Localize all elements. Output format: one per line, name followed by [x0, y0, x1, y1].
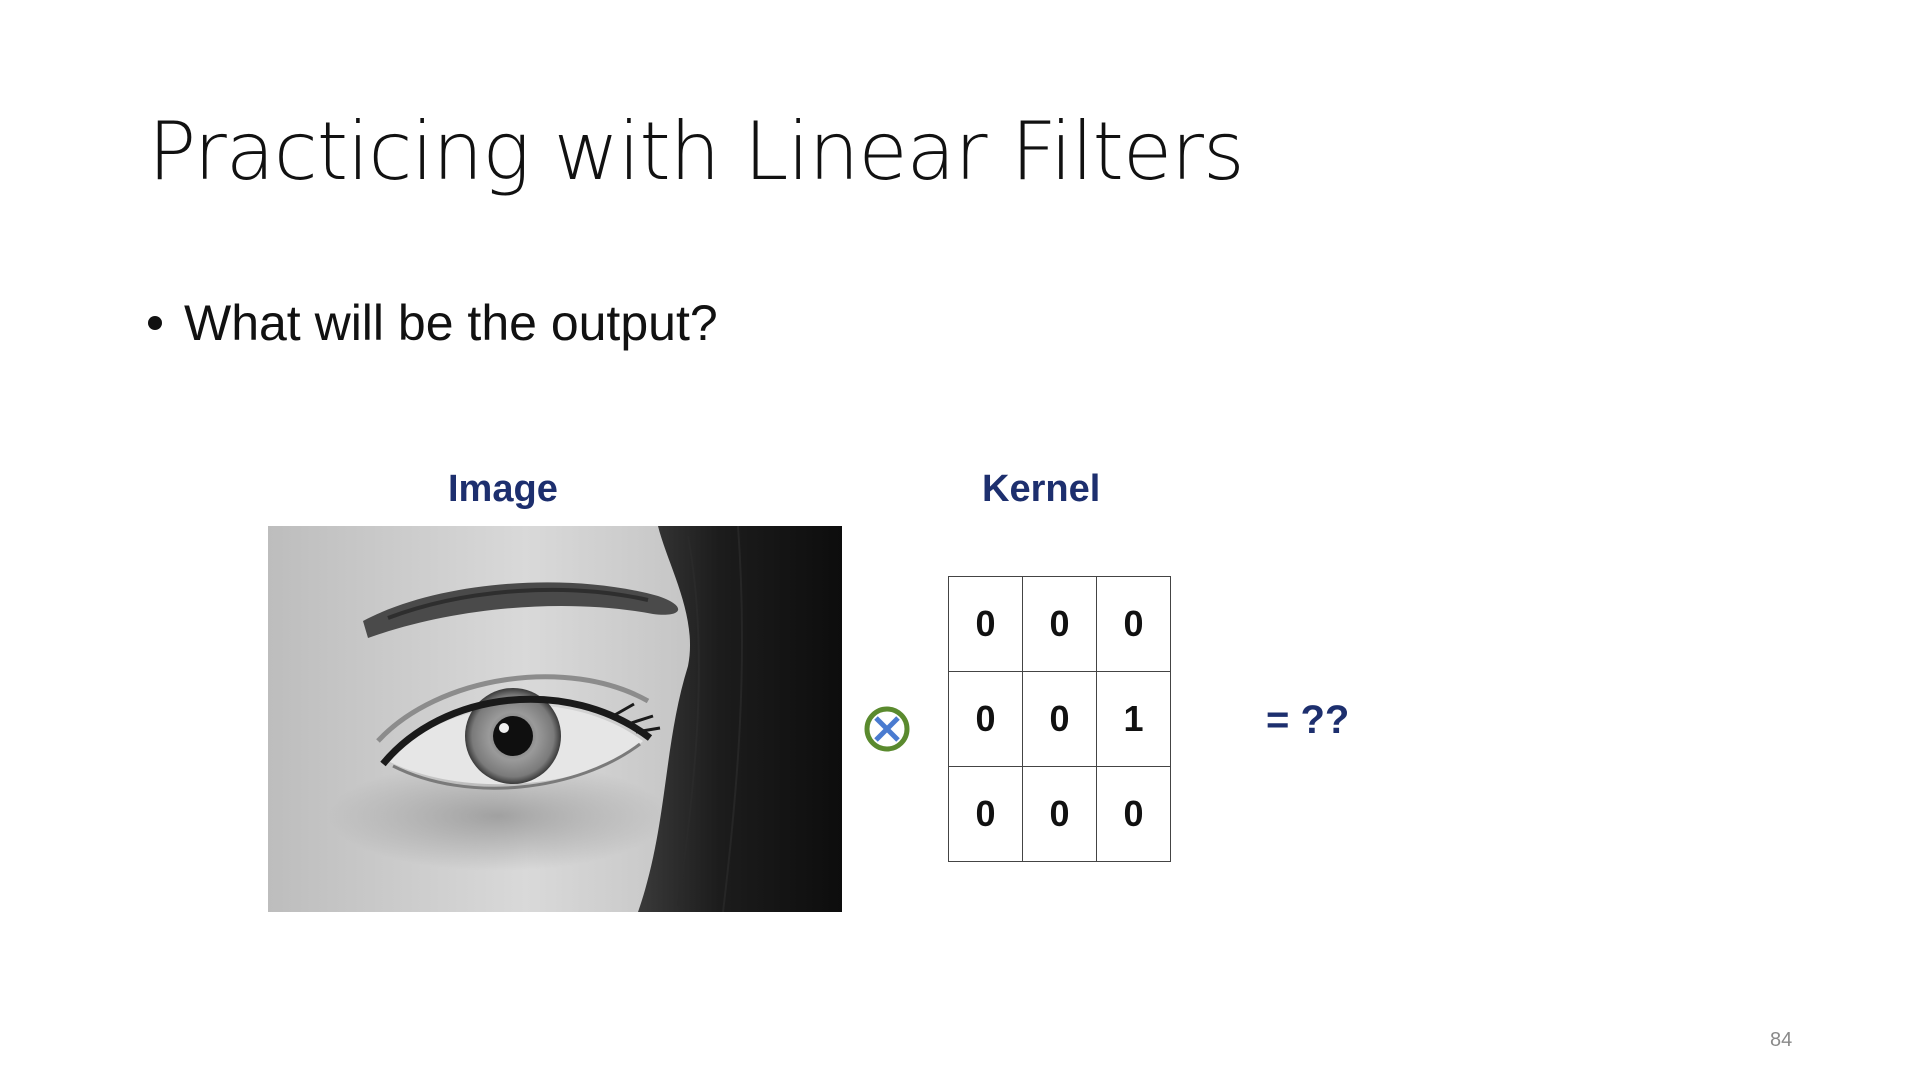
slide: Practicing with Linear Filters What will… — [0, 0, 1920, 1080]
bullet-text: What will be the output? — [184, 295, 718, 351]
kernel-row: 0 0 0 — [948, 576, 1171, 672]
page-number: 84 — [1770, 1029, 1793, 1051]
slide-title: Practicing with Linear Filters — [148, 105, 1245, 198]
bullet-item: What will be the output? — [148, 298, 718, 348]
convolution-circle-x-icon — [862, 704, 912, 754]
kernel-row: 0 0 0 — [948, 766, 1171, 862]
kernel-cell: 0 — [1022, 766, 1097, 862]
kernel-cell: 0 — [1096, 576, 1171, 672]
kernel-matrix: 0 0 0 0 0 1 0 0 0 — [948, 576, 1171, 862]
kernel-cell: 0 — [1096, 766, 1171, 862]
kernel-cell: 0 — [1022, 576, 1097, 672]
result-text: = ?? — [1266, 698, 1350, 742]
kernel-row: 0 0 1 — [948, 671, 1171, 767]
kernel-cell: 1 — [1096, 671, 1171, 767]
image-label: Image — [448, 468, 558, 510]
kernel-cell: 0 — [948, 671, 1023, 767]
kernel-cell: 0 — [948, 766, 1023, 862]
kernel-label: Kernel — [982, 468, 1101, 510]
kernel-cell: 0 — [948, 576, 1023, 672]
kernel-cell: 0 — [1022, 671, 1097, 767]
bullet-icon — [148, 316, 162, 330]
eye-photo — [268, 526, 842, 912]
